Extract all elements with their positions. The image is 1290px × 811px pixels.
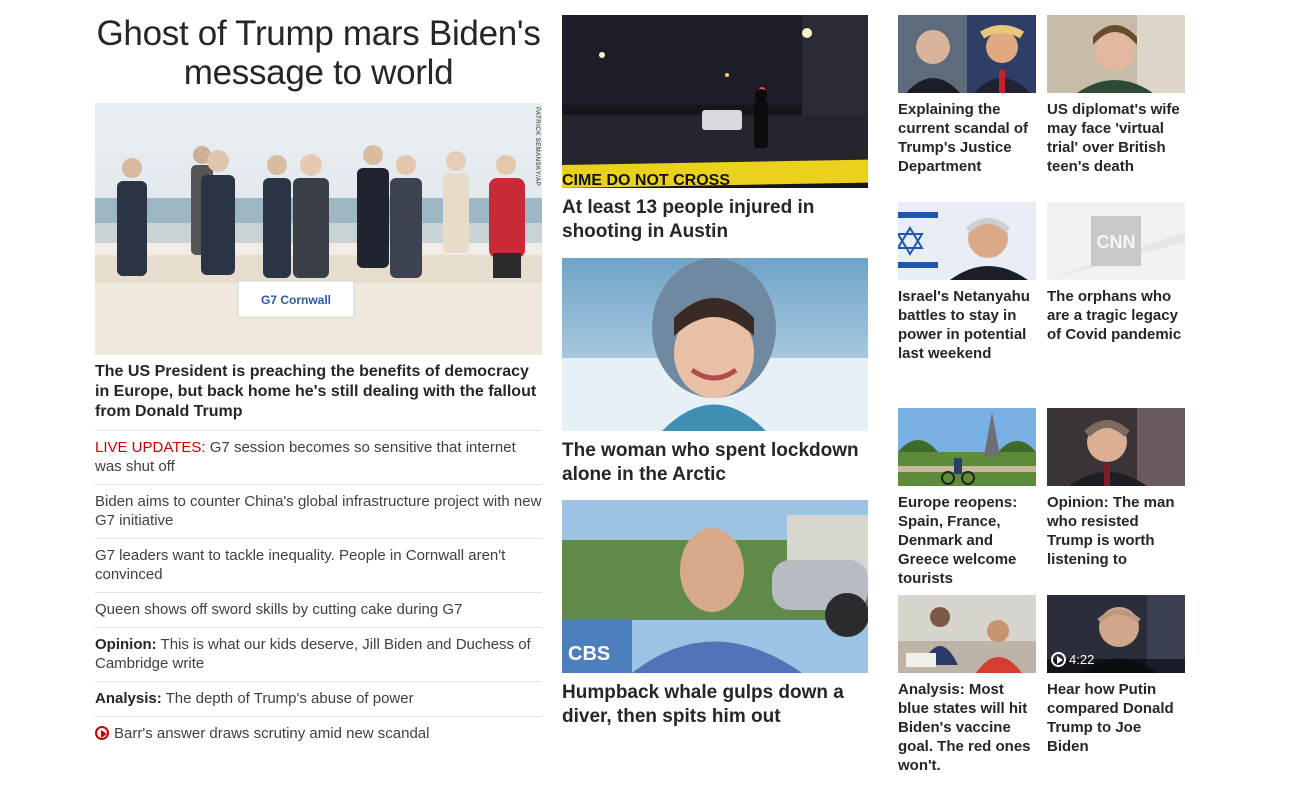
live-updates-label: LIVE UPDATES:: [95, 439, 206, 456]
related-link-item[interactable]: Analysis: The depth of Trump's abuse of …: [95, 681, 542, 716]
related-link-item[interactable]: Opinion: This is what our kids deserve, …: [95, 627, 542, 681]
netanyahu-thumbnail: [898, 202, 1036, 280]
related-link-text: Queen shows off sword skills by cutting …: [95, 601, 463, 618]
story-headline: At least 13 people injured in shooting i…: [562, 197, 815, 242]
grid-card-europe[interactable]: Europe reopens: Spain, France, Denmark a…: [898, 408, 1036, 588]
related-link[interactable]: Opinion: This is what our kids deserve, …: [95, 636, 531, 672]
related-link[interactable]: Queen shows off sword skills by cutting …: [95, 601, 462, 618]
opinion-label: Opinion:: [95, 636, 157, 653]
grid-card-title: Explaining the current scandal of Trump'…: [898, 101, 1029, 175]
grid-card-image[interactable]: CNN: [1047, 202, 1185, 280]
related-link-text: Barr's answer draws scrutiny amid new sc…: [114, 725, 430, 742]
grid-card-image[interactable]: [898, 202, 1036, 280]
grid-card-link[interactable]: The orphans who are a tragic legacy of C…: [1047, 287, 1185, 344]
lead-story: Ghost of Trump mars Biden's message to w…: [95, 14, 542, 751]
arctic-woman-image[interactable]: [562, 258, 868, 431]
story-headline-link[interactable]: The woman who spent lockdown alone in th…: [562, 439, 868, 487]
vaccination-thumbnail: [898, 595, 1036, 673]
related-link-item[interactable]: Queen shows off sword skills by cutting …: [95, 592, 542, 627]
grid-card-image[interactable]: [898, 15, 1036, 93]
diplomat-teen-thumbnail: [1047, 15, 1185, 93]
story-card-arctic[interactable]: The woman who spent lockdown alone in th…: [562, 258, 868, 487]
related-link[interactable]: Barr's answer draws scrutiny amid new sc…: [95, 725, 429, 742]
related-links-list: LIVE UPDATES: G7 session becomes so sens…: [95, 430, 542, 751]
night-street-photo: CIME DO NOT CROSS: [562, 15, 868, 188]
story-headline: Humpback whale gulps down a diver, then …: [562, 682, 844, 727]
grid-card-title: US diplomat's wife may face 'virtual tri…: [1047, 101, 1180, 175]
grid-card-netanyahu[interactable]: Israel's Netanyahu battles to stay in po…: [898, 202, 1036, 363]
whale-diver-image[interactable]: CBS: [562, 500, 868, 673]
play-icon: [1051, 652, 1066, 667]
arctic-selfie-photo: [562, 258, 868, 431]
grid-card-title: Analysis: Most blue states will hit Bide…: [898, 681, 1031, 774]
story-headline: The woman who spent lockdown alone in th…: [562, 440, 859, 485]
grid-card-image[interactable]: [898, 408, 1036, 486]
g7-leaders-photo: G7 Cornwall: [95, 103, 542, 355]
related-link[interactable]: G7 leaders want to tackle inequality. Pe…: [95, 547, 505, 583]
grid-card-vaccine[interactable]: Analysis: Most blue states will hit Bide…: [898, 595, 1036, 775]
grid-card-title: Europe reopens: Spain, France, Denmark a…: [898, 494, 1018, 587]
eiffel-tower-thumbnail: [898, 408, 1036, 486]
grid-card-title: Hear how Putin compared Donald Trump to …: [1047, 681, 1174, 755]
grid-card-mcgahn[interactable]: Opinion: The man who resisted Trump is w…: [1047, 408, 1185, 569]
lead-headline: Ghost of Trump mars Biden's message to w…: [96, 14, 541, 92]
story-card-whale[interactable]: CBS Humpback whale gulps down a diver, t…: [562, 500, 868, 729]
grid-card-link[interactable]: US diplomat's wife may face 'virtual tri…: [1047, 100, 1185, 176]
related-link-item[interactable]: LIVE UPDATES: G7 session becomes so sens…: [95, 430, 542, 484]
grid-card-title: Israel's Netanyahu battles to stay in po…: [898, 288, 1030, 362]
grid-card-link[interactable]: Europe reopens: Spain, France, Denmark a…: [898, 493, 1036, 588]
related-link-item[interactable]: Biden aims to counter China's global inf…: [95, 484, 542, 538]
grid-card-barr[interactable]: Explaining the current scandal of Trump'…: [898, 15, 1036, 176]
related-link[interactable]: Biden aims to counter China's global inf…: [95, 493, 541, 529]
crime-tape-text: CIME DO NOT CROSS: [562, 172, 730, 188]
lead-summary-link[interactable]: The US President is preaching the benefi…: [95, 362, 542, 422]
grid-card-image[interactable]: 4:22: [1047, 595, 1185, 673]
grid-card-title: Opinion: The man who resisted Trump is w…: [1047, 494, 1175, 568]
grid-card-link[interactable]: Israel's Netanyahu battles to stay in po…: [898, 287, 1036, 363]
video-duration: 4:22: [1069, 652, 1095, 667]
austin-shooting-image[interactable]: CIME DO NOT CROSS: [562, 15, 868, 188]
lead-summary: The US President is preaching the benefi…: [95, 363, 537, 420]
g7-sign-text: G7 Cornwall: [261, 293, 331, 307]
related-link-text: G7 leaders want to tackle inequality. Pe…: [95, 547, 506, 583]
grid-card-orphans[interactable]: CNN The orphans who are a tragic legacy …: [1047, 202, 1185, 344]
related-link-item[interactable]: G7 leaders want to tackle inequality. Pe…: [95, 538, 542, 592]
grid-card-link[interactable]: Analysis: Most blue states will hit Bide…: [898, 680, 1036, 775]
grid-card-link[interactable]: Hear how Putin compared Donald Trump to …: [1047, 680, 1185, 756]
grid-card-title: The orphans who are a tragic legacy of C…: [1047, 288, 1182, 343]
related-link[interactable]: Analysis: The depth of Trump's abuse of …: [95, 690, 414, 707]
grid-card-diplomat[interactable]: US diplomat's wife may face 'virtual tri…: [1047, 15, 1185, 176]
related-link-text: This is what our kids deserve, Jill Bide…: [95, 636, 531, 672]
lead-headline-link[interactable]: Ghost of Trump mars Biden's message to w…: [95, 14, 542, 92]
photo-credit: PATRICK SEMANSKY/AP: [534, 107, 540, 187]
diver-interview-photo: CBS: [562, 500, 868, 673]
mcgahn-thumbnail: [1047, 408, 1185, 486]
video-duration-badge: 4:22: [1051, 652, 1094, 667]
grid-card-image[interactable]: [898, 595, 1036, 673]
grid-card-image[interactable]: [1047, 408, 1185, 486]
grid-card-link[interactable]: Opinion: The man who resisted Trump is w…: [1047, 493, 1185, 569]
grid-card-putin[interactable]: 4:22 Hear how Putin compared Donald Trum…: [1047, 595, 1185, 756]
analysis-label: Analysis:: [95, 690, 162, 707]
lead-image-g7-leaders[interactable]: G7 Cornwall PATRICK SEMANSKY/AP: [95, 103, 542, 355]
news-mic-flag: CBS: [568, 643, 610, 665]
story-headline-link[interactable]: Humpback whale gulps down a diver, then …: [562, 681, 868, 729]
story-headline-link[interactable]: At least 13 people injured in shooting i…: [562, 196, 868, 244]
cnn-placeholder-thumbnail: CNN: [1047, 202, 1185, 280]
related-link-item[interactable]: Barr's answer draws scrutiny amid new sc…: [95, 716, 542, 751]
related-link[interactable]: LIVE UPDATES: G7 session becomes so sens…: [95, 439, 516, 475]
story-card-austin[interactable]: CIME DO NOT CROSS At least 13 people inj…: [562, 15, 868, 244]
grid-card-image[interactable]: [1047, 15, 1185, 93]
barr-trump-thumbnail: [898, 15, 1036, 93]
grid-card-link[interactable]: Explaining the current scandal of Trump'…: [898, 100, 1036, 176]
related-link-text: The depth of Trump's abuse of power: [161, 690, 414, 707]
related-link-text: Biden aims to counter China's global inf…: [95, 493, 542, 529]
video-play-icon: [95, 726, 109, 740]
cnn-logo-icon: CNN: [1097, 232, 1136, 252]
